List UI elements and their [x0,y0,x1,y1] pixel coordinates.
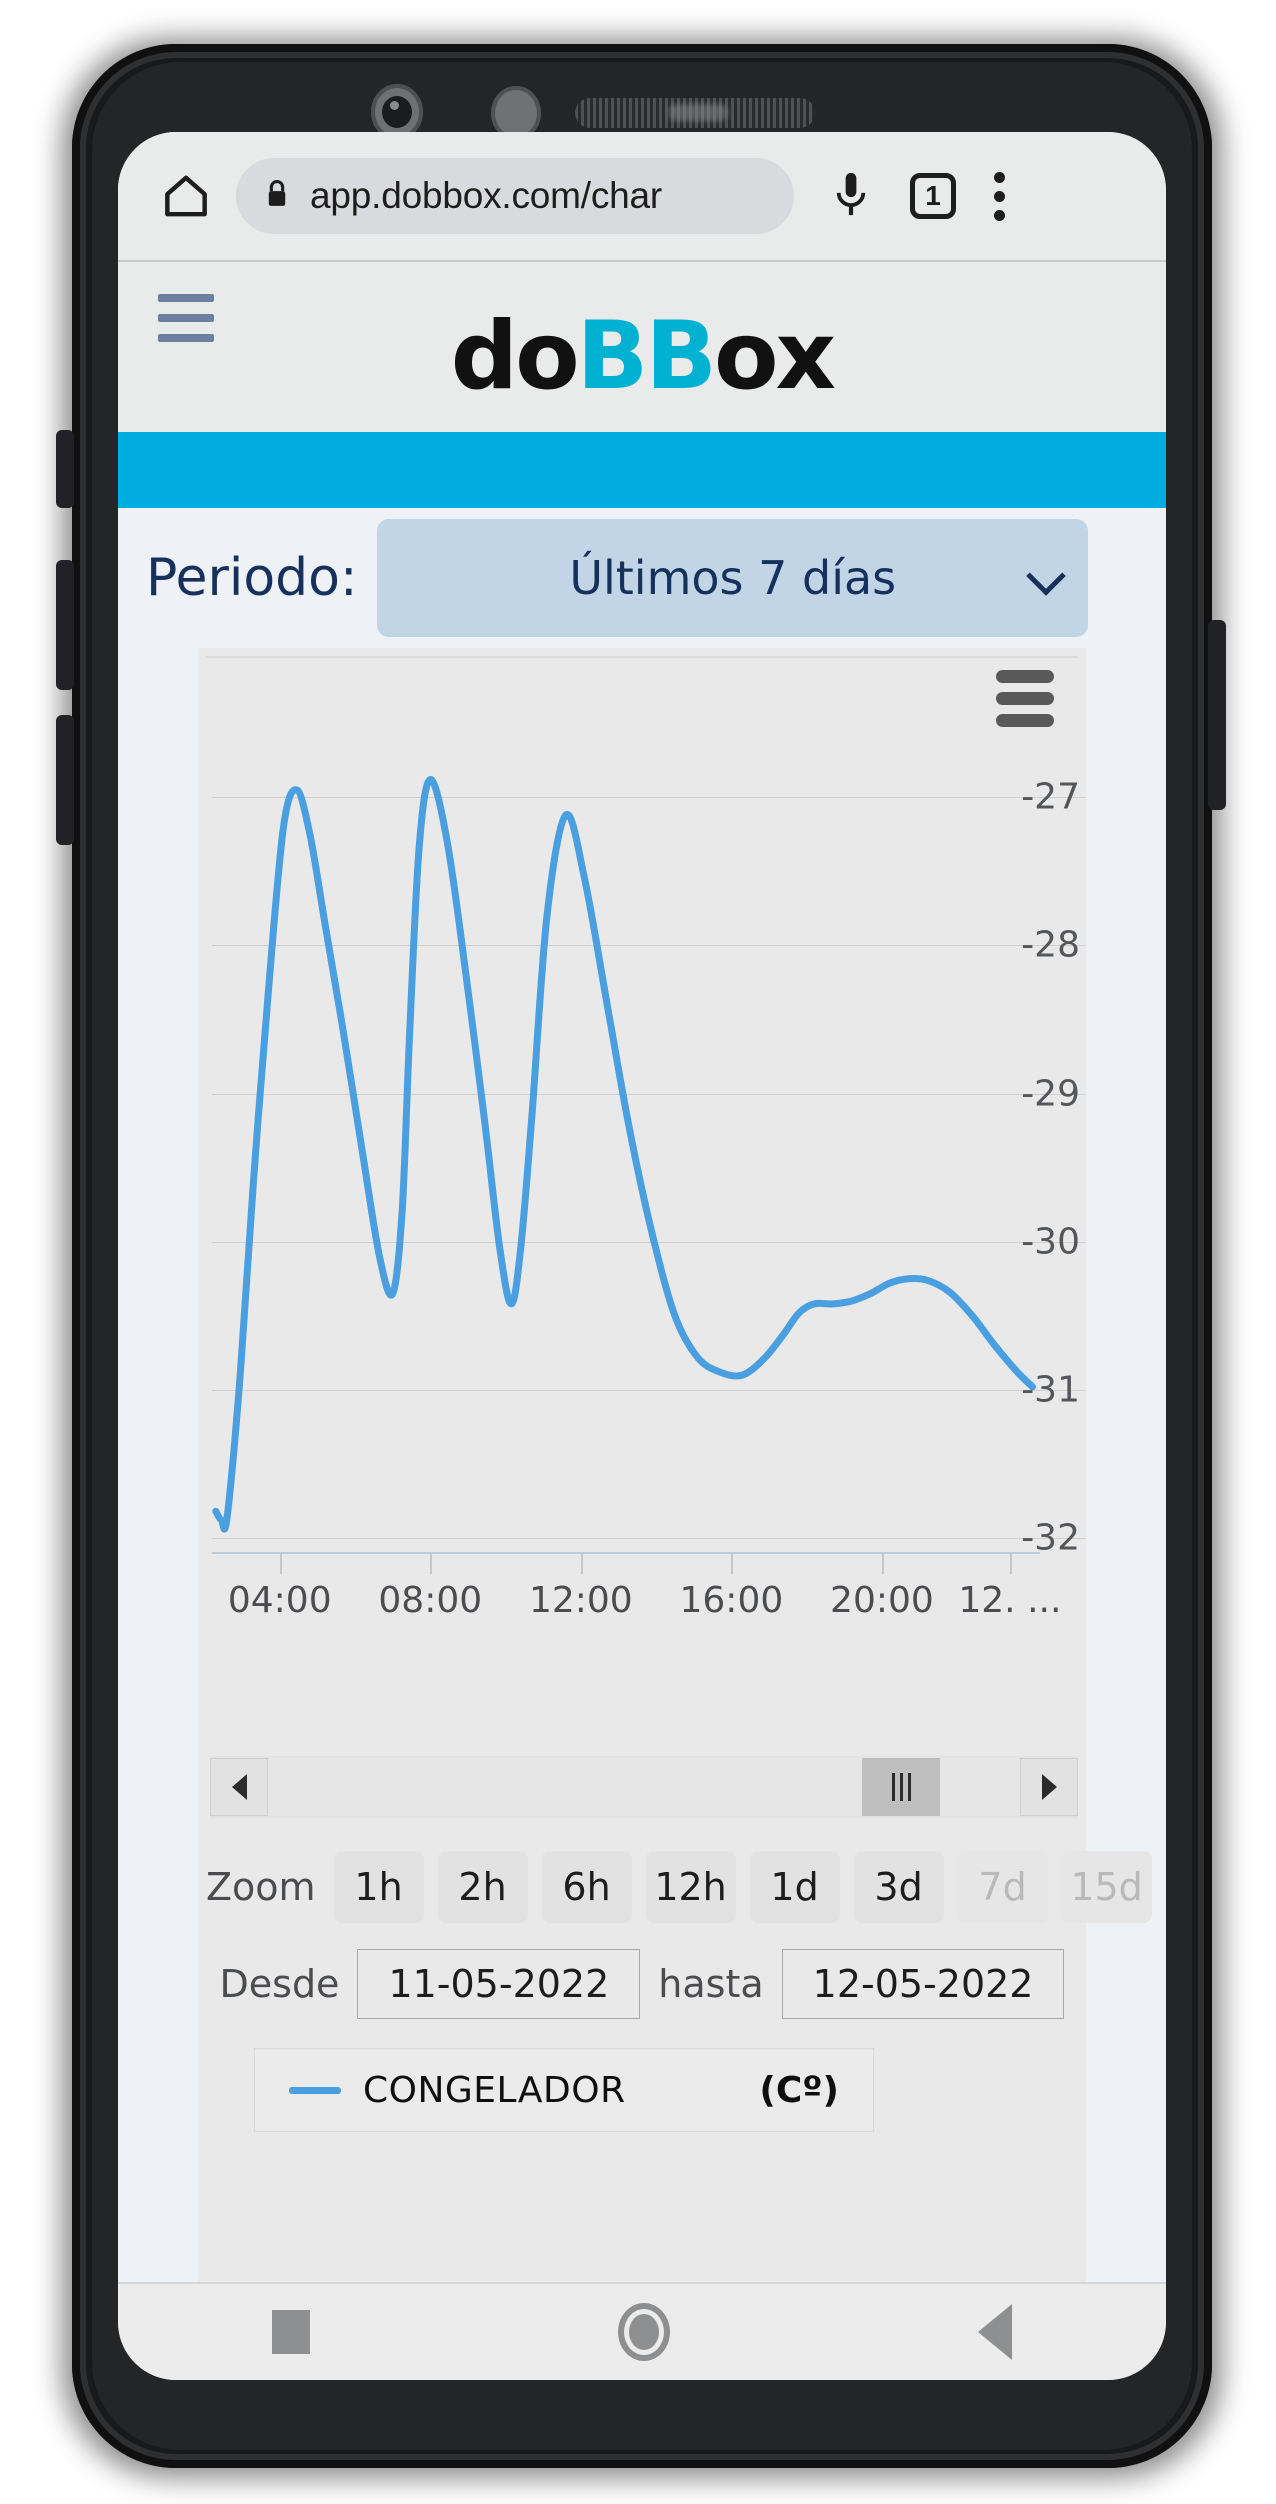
kebab-dot-1 [994,171,1005,183]
logo-text-part2: BB [576,302,717,411]
x-axis-tick-mark [580,1554,583,1574]
phone-mockup-scene: app.dobbox.com/char 1 doBBox Periodo: Úl… [0,0,1276,2504]
accent-band [118,432,1166,508]
earpiece-highlight [668,104,728,121]
desde-date-input[interactable]: 11-05-2022 [357,1949,641,2019]
zoom-button-6h[interactable]: 6h [541,1851,632,1923]
x-axis-tick-mark [430,1554,433,1574]
legend-color-swatch [289,2086,341,2094]
zoom-range-selector: Zoom 1h 2h 6h 12h 1d 3d 7d 15d [206,1844,1152,1930]
x-axis-tick-label: 04:00 [227,1580,332,1621]
chevron-down-icon [1026,556,1066,596]
x-axis-tick-mark [881,1554,884,1574]
app-header: doBBox [118,262,1166,562]
scrollbar-track[interactable] [268,1758,1020,1816]
y-axis-tick-label: -31 [1021,1369,1080,1411]
y-axis-tick-label: -28 [1021,924,1080,966]
arrow-left-glyph [231,1774,247,1800]
kebab-dot-2 [994,190,1005,202]
scroll-left-arrow-icon[interactable] [210,1758,268,1816]
period-selected-value: Últimos 7 días [569,551,897,605]
legend-series-name: CONGELADOR [363,2069,626,2111]
x-axis-tick-label: 20:00 [830,1580,934,1621]
scrollbar-thumb[interactable] [862,1758,941,1816]
period-dropdown[interactable]: Últimos 7 días [377,519,1088,637]
hamburger-line-1 [158,294,214,302]
phone-screen: app.dobbox.com/char 1 doBBox Periodo: Úl… [118,132,1166,2380]
microphone-icon[interactable] [828,168,874,225]
zoom-label: Zoom [206,1865,316,1909]
browser-toolbar: app.dobbox.com/char 1 [118,132,1166,260]
grip-line-1 [891,1773,895,1801]
x-axis-tick-label: 12. ... [958,1580,1062,1621]
x-axis-tick-label: 08:00 [378,1580,483,1621]
app-logo: doBBox [118,310,1166,404]
address-bar[interactable]: app.dobbox.com/char [236,158,794,234]
x-axis-tick-label: 12:00 [528,1580,633,1621]
arrow-right-glyph [1041,1774,1057,1800]
phone-volume-down-button[interactable] [56,715,74,845]
hasta-label: hasta [658,1962,764,2006]
desde-label: Desde [219,1962,340,2006]
zoom-button-7d: 7d [957,1851,1048,1923]
zoom-button-2h[interactable]: 2h [437,1851,528,1923]
x-axis-tick-label: 16:00 [679,1580,784,1621]
phone-side-button-1[interactable] [56,430,74,508]
overflow-menu-icon[interactable] [994,171,1005,221]
y-axis-tick-label: -29 [1021,1073,1080,1115]
home-circle-inner [629,2314,659,2350]
y-axis-tick-label: -30 [1021,1221,1080,1263]
chart-scrollbar[interactable] [210,1756,1078,1818]
x-axis-tick-mark [731,1554,734,1574]
zoom-button-12h[interactable]: 12h [645,1851,736,1923]
chart-x-axis-line [212,1552,1040,1554]
front-camera-glint [390,101,399,110]
triangle-back-icon[interactable] [978,2304,1012,2360]
period-label: Periodo: [146,548,358,608]
phone-volume-up-button[interactable] [56,560,74,690]
home-icon[interactable] [118,168,214,224]
hasta-date-input[interactable]: 12-05-2022 [781,1949,1065,2019]
page-content: Periodo: Últimos 7 días -27 -28 -29 -30 … [118,508,1166,2282]
export-menu-icon[interactable] [996,670,1054,727]
logo-text-part3: ox [713,302,836,411]
export-line-3 [996,714,1054,727]
x-axis-tick-mark [279,1554,282,1574]
logo-text-part1: do [450,302,580,411]
zoom-button-1h[interactable]: 1h [333,1851,424,1923]
scroll-right-arrow-icon[interactable] [1020,1758,1078,1816]
lock-icon [262,177,292,216]
period-selector-row: Periodo: Últimos 7 días [118,508,1166,648]
chart-series-congelador [198,648,1086,1668]
zoom-button-1d[interactable]: 1d [749,1851,840,1923]
chart-plot-area[interactable]: -27 -28 -29 -30 -31 -32 04:00 08:00 12:00 16:00 2… [198,648,1086,1668]
zoom-button-3d[interactable]: 3d [853,1851,944,1923]
chart-card: -27 -28 -29 -30 -31 -32 04:00 08:00 12:00 16:00 2… [198,648,1152,2282]
x-axis-tick-mark [1009,1554,1012,1574]
grip-line-3 [907,1773,911,1801]
square-recents-icon[interactable] [272,2310,310,2354]
circle-home-icon[interactable] [618,2303,670,2361]
tab-count-label: 1 [910,173,956,219]
phone-power-button[interactable] [1208,620,1226,810]
zoom-button-15d: 15d [1061,1851,1152,1923]
chart-legend[interactable]: CONGELADOR (Cº) [254,2048,874,2132]
export-line-2 [996,692,1054,705]
android-navigation-bar [118,2282,1166,2380]
url-text: app.dobbox.com/char [310,175,663,216]
tab-counter-button[interactable]: 1 [910,173,956,219]
kebab-dot-3 [994,209,1005,221]
grip-line-2 [899,1773,903,1801]
export-line-1 [996,670,1054,683]
date-range-row: Desde 11-05-2022 hasta 12-05-2022 [198,1938,1086,2030]
y-axis-tick-label: -27 [1021,776,1080,818]
legend-unit-label: (Cº) [759,2069,839,2111]
